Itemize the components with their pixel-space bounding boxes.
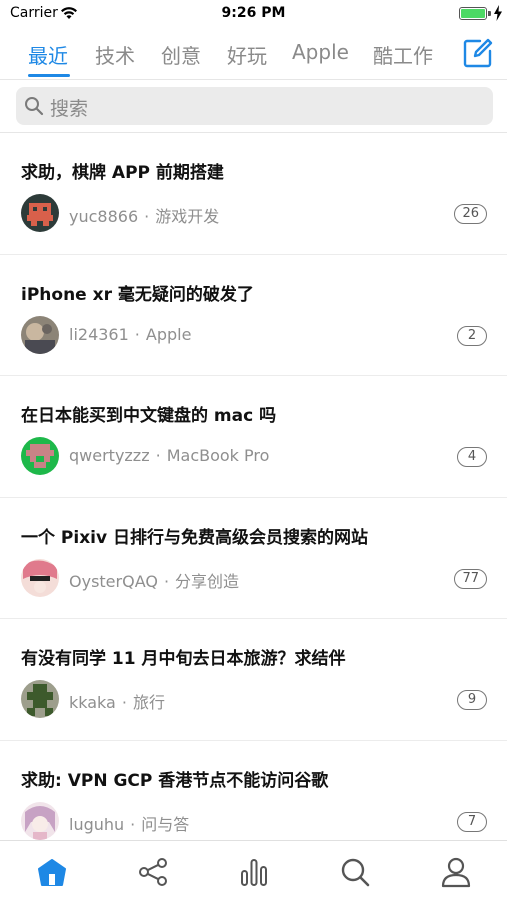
bottom-tab-bar <box>0 840 507 900</box>
separator-dot: · <box>163 571 170 591</box>
nav-profile[interactable] <box>439 855 473 889</box>
node-name[interactable]: MacBook Pro <box>167 446 270 465</box>
avatar[interactable] <box>21 801 59 840</box>
topic-feed: 求助，棋牌 APP 前期搭建 yuc8866 · 游戏开发 26 iPhone xr… <box>0 133 507 840</box>
topic-item[interactable]: 一个 Pixiv 日排行与免费高级会员搜索的网站 OysterQAQ · 分享创造 … <box>0 498 507 619</box>
author-name[interactable]: qwertyzzz <box>69 446 150 465</box>
search-icon <box>341 858 370 887</box>
active-tab-indicator <box>28 74 70 77</box>
status-bar: Carrier 9:26 PM <box>0 0 507 28</box>
node-name[interactable]: Apple <box>146 325 192 344</box>
separator-dot: · <box>155 446 161 465</box>
category-tabs: 最近 技术 创意 好玩 Apple 酷工作 <box>0 34 507 80</box>
topic-title[interactable]: 求助，棋牌 APP 前期搭建 <box>21 158 224 183</box>
battery-icon <box>459 7 487 20</box>
search-placeholder: 搜索 <box>50 98 89 120</box>
author-name[interactable]: li24361 <box>69 325 129 344</box>
battery-tip <box>488 11 491 16</box>
tab-jobs[interactable]: 酷工作 <box>373 40 433 69</box>
tab-fun[interactable]: 好玩 <box>227 40 267 69</box>
topic-meta: li24361 · Apple <box>69 325 191 344</box>
topic-meta: qwertyzzz · MacBook Pro <box>69 446 269 465</box>
reply-count-badge: 7 <box>457 811 487 832</box>
reply-count-badge: 77 <box>454 568 487 589</box>
topic-meta: luguhu · 问与答 <box>69 811 189 835</box>
separator-dot: · <box>134 324 140 344</box>
node-name[interactable]: 分享创造 <box>175 572 239 591</box>
author-name[interactable]: luguhu <box>69 815 124 834</box>
topic-title[interactable]: 求助: VPN GCP 香港节点不能访问谷歌 <box>21 766 328 791</box>
topic-title[interactable]: 在日本能买到中文键盘的 mac 吗 <box>21 401 276 426</box>
avatar[interactable] <box>21 194 59 232</box>
nav-home[interactable] <box>35 855 69 889</box>
author-name[interactable]: yuc8866 <box>69 207 138 226</box>
compose-icon[interactable] <box>463 38 493 68</box>
node-name[interactable]: 旅行 <box>133 693 165 712</box>
search-bar-container: 搜索 <box>0 80 507 133</box>
node-name[interactable]: 游戏开发 <box>155 207 219 226</box>
search-icon <box>25 97 44 116</box>
bar-chart-icon <box>241 859 267 886</box>
reply-count-badge: 9 <box>457 690 487 710</box>
status-time: 9:26 PM <box>221 5 286 21</box>
node-name[interactable]: 问与答 <box>141 815 189 834</box>
home-icon <box>38 859 66 886</box>
topic-title[interactable]: iPhone xr 毫无疑问的破发了 <box>21 280 254 305</box>
share-nodes-icon <box>139 858 167 886</box>
charging-bolt-icon <box>494 5 502 21</box>
author-name[interactable]: OysterQAQ <box>69 572 158 591</box>
separator-dot: · <box>144 207 150 226</box>
profile-icon <box>441 857 471 888</box>
reply-count-badge: 2 <box>457 325 487 346</box>
reply-count-badge: 26 <box>454 204 487 224</box>
topic-meta: OysterQAQ · 分享创造 <box>69 568 239 592</box>
tab-creative[interactable]: 创意 <box>161 40 201 69</box>
topic-item[interactable]: 求助: VPN GCP 香港节点不能访问谷歌 luguhu · 问与答 7 <box>0 741 507 841</box>
search-input[interactable]: 搜索 <box>16 87 493 125</box>
topic-item[interactable]: 有没有同学 11 月中旬去日本旅游？求结伴 kkaka · 旅行 9 <box>0 619 507 741</box>
topic-item[interactable]: 求助，棋牌 APP 前期搭建 yuc8866 · 游戏开发 26 <box>0 133 507 255</box>
topic-meta: yuc8866 · 游戏开发 <box>69 203 219 227</box>
topic-item[interactable]: iPhone xr 毫无疑问的破发了 li24361 · Apple 2 <box>0 255 507 376</box>
avatar[interactable] <box>21 437 59 475</box>
tab-tech[interactable]: 技术 <box>95 40 135 69</box>
topic-item[interactable]: 在日本能买到中文键盘的 mac 吗 qwertyzzz · MacBook Pro … <box>0 376 507 498</box>
avatar[interactable] <box>21 315 59 354</box>
topic-title[interactable]: 一个 Pixiv 日排行与免费高级会员搜索的网站 <box>21 523 368 548</box>
separator-dot: · <box>130 814 136 834</box>
topic-title[interactable]: 有没有同学 11 月中旬去日本旅游？求结伴 <box>21 644 346 669</box>
tab-apple[interactable]: Apple <box>292 40 349 64</box>
reply-count-badge: 4 <box>457 447 487 467</box>
topic-meta: kkaka · 旅行 <box>69 689 165 713</box>
nav-hot[interactable] <box>237 855 271 889</box>
author-name[interactable]: kkaka <box>69 693 116 712</box>
tab-recent[interactable]: 最近 <box>28 40 68 69</box>
separator-dot: · <box>121 693 127 712</box>
nav-search[interactable] <box>338 855 372 889</box>
nav-nodes[interactable] <box>136 855 170 889</box>
avatar[interactable] <box>21 558 59 597</box>
avatar[interactable] <box>21 680 59 718</box>
